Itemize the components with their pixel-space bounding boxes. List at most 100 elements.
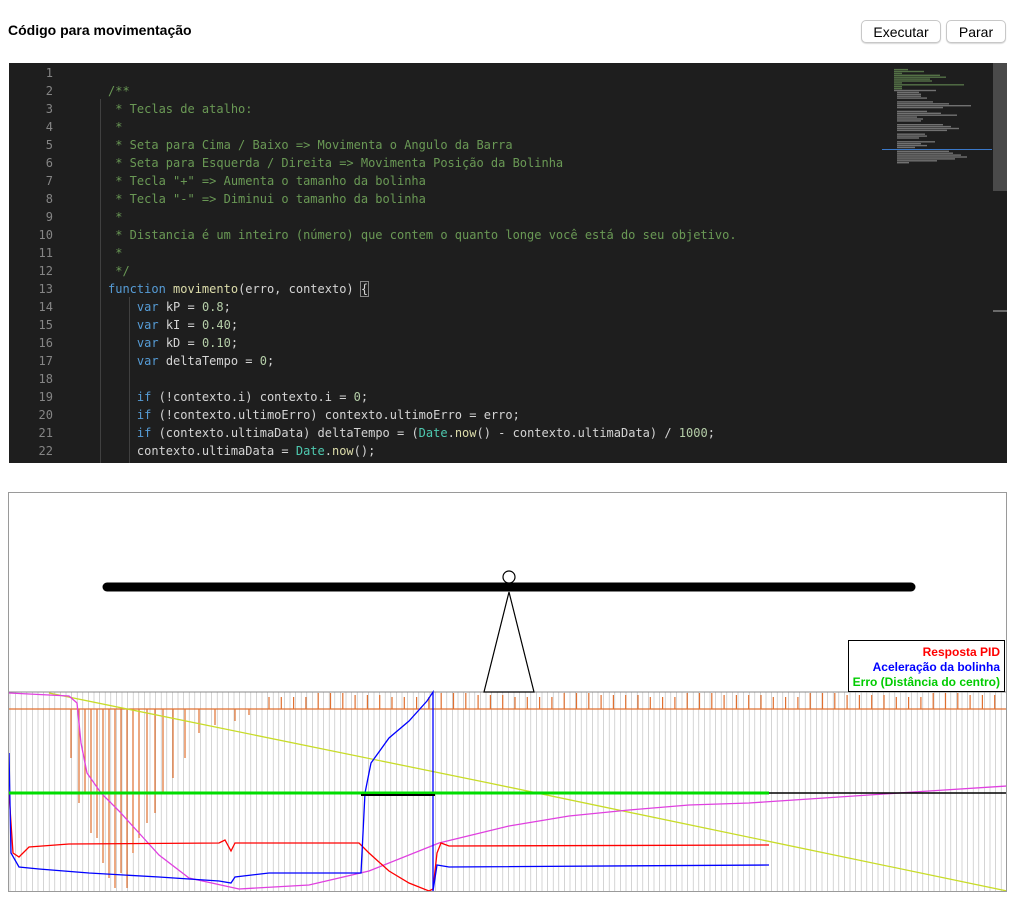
code-token: (contexto.ultimaData) deltaTempo = ( (151, 426, 419, 440)
graph-legend: Resposta PID Aceleração da bolinha Erro … (848, 640, 1005, 692)
code-token: var (136, 354, 159, 368)
code-token: kP = (158, 300, 202, 314)
code-token: 0 (259, 354, 267, 368)
minimap-line (897, 97, 927, 99)
code-token: var (136, 336, 159, 350)
minimap-line (897, 146, 915, 149)
minimap-line (894, 89, 936, 92)
scrollbar-thumb[interactable] (993, 63, 1007, 191)
code-line[interactable]: var kD = 0.10; (108, 334, 238, 352)
code-token: (!contexto.i) contexto.i = (151, 390, 354, 404)
minimap-line (897, 120, 921, 122)
simulation-canvas[interactable]: Resposta PID Aceleração da bolinha Erro … (8, 492, 1007, 892)
code-line[interactable]: if (contexto.ultimaData) deltaTempo = (D… (108, 424, 715, 442)
code-line[interactable]: if (!contexto.i) contexto.i = 0; (108, 388, 368, 406)
minimap-line (897, 105, 971, 107)
minimap-line (897, 103, 949, 105)
minimap-line (897, 93, 921, 95)
code-token: * Teclas de atalho: (108, 102, 253, 116)
minimap-line (897, 150, 949, 152)
code-editor[interactable]: 1 2 3 4 5 6 7 8 9 10 11 12 13 14 15 16 17 18 19 20 21 22 /** … (9, 63, 1007, 463)
code-line[interactable]: if (!contexto.ultimoErro) contexto.ultim… (108, 406, 520, 424)
code-line[interactable]: * Teclas de atalho: (108, 100, 253, 118)
code-token: Date (418, 426, 448, 440)
code-line[interactable]: */ (108, 262, 130, 280)
code-line[interactable]: function movimento(erro, contexto) { (108, 280, 370, 298)
minimap-line (894, 78, 930, 80)
minimap-line (894, 68, 908, 71)
code-token: ; (266, 354, 275, 368)
stop-button[interactable]: Parar (946, 20, 1006, 43)
minimap-line (894, 76, 946, 78)
code-line[interactable]: var deltaTempo = 0; (108, 352, 274, 370)
minimap-line (897, 127, 959, 130)
code-token: var (136, 300, 159, 314)
minimap-line (894, 86, 902, 88)
code-token: now (454, 426, 477, 440)
code-token: movimento (173, 282, 239, 296)
minimap-line (894, 82, 902, 84)
code-token: */ (108, 264, 130, 278)
seesaw-fulcrum (483, 591, 535, 693)
line-number: 17 (38, 354, 53, 368)
minimap-line (897, 114, 957, 116)
code-token: kI = (158, 318, 202, 332)
line-number: 14 (38, 300, 53, 314)
minimap-line (897, 133, 925, 135)
minimap-line (897, 106, 943, 109)
code-token: (!contexto.ultimoErro) contexto.ultimoEr… (151, 408, 520, 422)
minimap-line (897, 154, 961, 156)
code-token: /** (108, 84, 130, 98)
minimap-line (897, 101, 933, 103)
editor-scrollbar[interactable] (993, 63, 1007, 463)
line-number-gutter: 1 2 3 4 5 6 7 8 9 10 11 12 13 14 15 16 17 18 19 20 21 22 (9, 63, 53, 463)
line-number: 13 (38, 282, 53, 296)
line-number: 7 (45, 174, 53, 188)
legend-pid-response: Resposta PID (922, 645, 1000, 659)
minimap-line (894, 70, 924, 73)
code-line[interactable]: * Distancia é um inteiro (número) que co… (108, 226, 736, 244)
minimap-line (897, 162, 909, 164)
code-minimap[interactable] (882, 63, 992, 463)
code-token: 0 (353, 390, 361, 404)
run-button[interactable]: Executar (861, 20, 941, 43)
code-token: ; (223, 300, 231, 314)
code-line[interactable]: var kP = 0.8; (108, 298, 231, 316)
code-line[interactable]: * Tecla "-" => Diminui o tamanho da boli… (108, 190, 426, 208)
legend-ball-acceleration: Aceleração da bolinha (872, 660, 1000, 674)
minimap-line (897, 124, 943, 126)
code-line[interactable]: * (108, 118, 122, 136)
code-token: if (136, 390, 152, 404)
code-token: (); (353, 444, 376, 458)
line-number: 6 (45, 156, 53, 170)
code-line[interactable]: var kI = 0.40; (108, 316, 238, 334)
scrollbar-marker (993, 310, 1007, 312)
code-line[interactable]: * Tecla "+" => Aumenta o tamanho da boli… (108, 172, 426, 190)
code-line[interactable]: /** (108, 82, 130, 100)
code-token: ; (360, 390, 369, 404)
line-number: 15 (38, 318, 53, 332)
simulation-drawing (9, 570, 1006, 891)
code-line[interactable]: * Seta para Cima / Baixo => Movimenta o … (108, 136, 512, 154)
code-token: ; (230, 318, 239, 332)
page-title: Código para movimentação (8, 22, 192, 38)
line-number: 2 (45, 84, 53, 98)
line-number: 21 (38, 426, 53, 440)
code-area[interactable]: /** * Teclas de atalho: * * Seta para Ci… (72, 63, 882, 463)
minimap-line (897, 125, 951, 128)
code-line[interactable]: * (108, 244, 122, 262)
code-token: if (136, 426, 152, 440)
code-line[interactable]: * (108, 208, 122, 226)
code-token: . (324, 444, 332, 458)
minimap-line (897, 143, 921, 145)
code-token: (erro, contexto) (238, 282, 361, 296)
minimap-line (897, 91, 919, 94)
code-line[interactable]: * Seta para Esquerda / Direita => Movime… (108, 154, 563, 172)
line-number: 8 (45, 192, 53, 206)
minimap-line (897, 160, 937, 162)
code-line[interactable]: contexto.ultimaData = Date.now(); (108, 442, 375, 460)
